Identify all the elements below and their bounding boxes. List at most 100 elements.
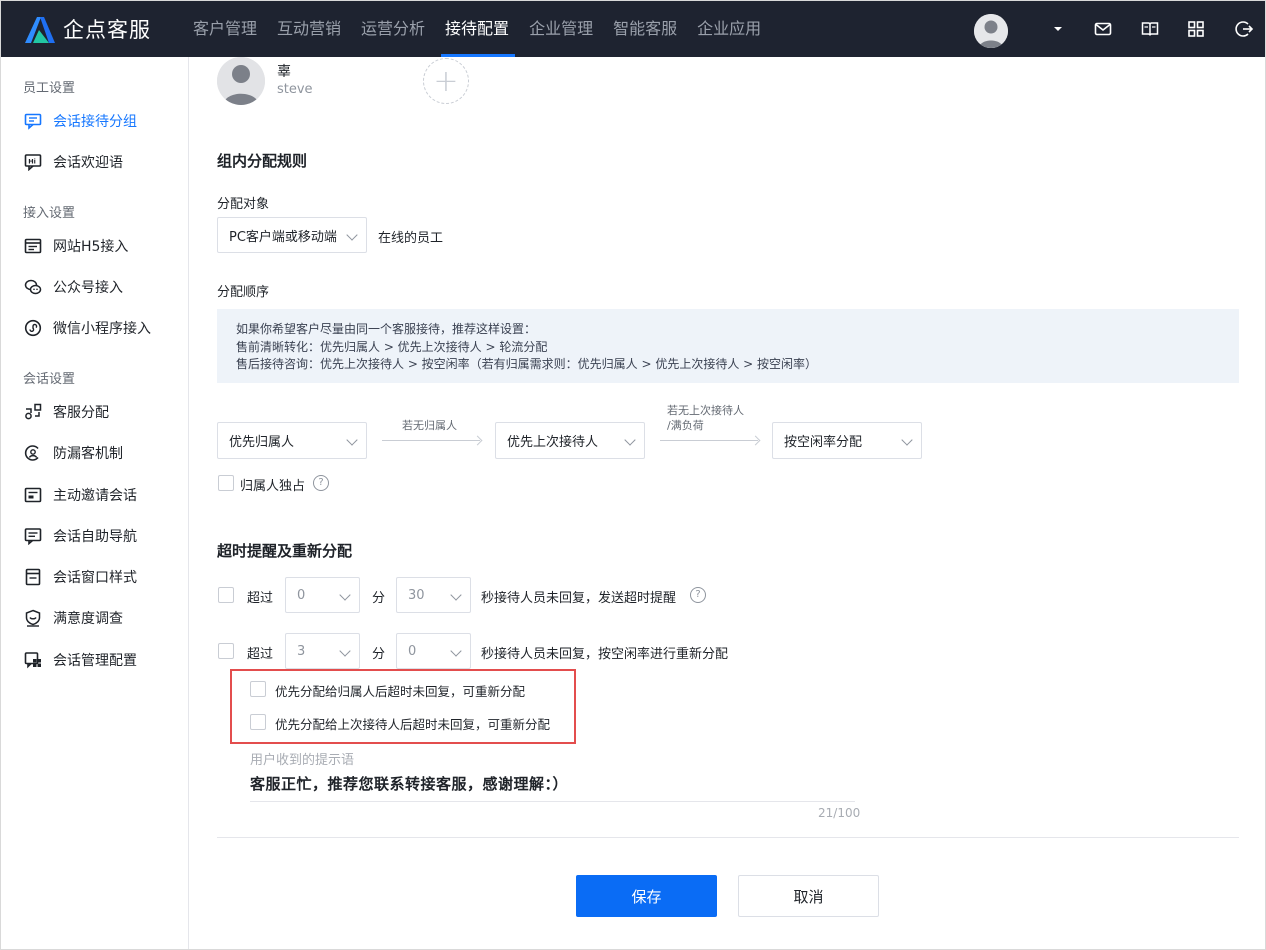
user-avatar[interactable] — [974, 14, 1008, 48]
tip-line: 售前清晰转化：优先归属人 > 优先上次接待人 > 轮流分配 — [236, 339, 548, 354]
sidebar-item-window-style[interactable]: 会话窗口样式 — [23, 565, 137, 589]
main-nav: 客户管理 互动营销 运营分析 接待配置 企业管理 智能客服 企业应用 — [183, 1, 771, 57]
app-name: 企点客服 — [63, 18, 151, 42]
chevron-down-icon — [339, 645, 351, 657]
sidebar-item-label: 会话自助导航 — [53, 529, 137, 545]
wechat-icon — [23, 277, 43, 297]
top-bar: 企点客服 客户管理 互动营销 运营分析 接待配置 企业管理 智能客服 企业应用 — [1, 1, 1265, 57]
flow-arrow1-label: 若无归属人 — [402, 419, 457, 432]
mini-program-icon — [23, 318, 43, 338]
nav-enterprise-apps[interactable]: 企业应用 — [687, 1, 771, 57]
chevron-down-icon — [450, 645, 462, 657]
flow-step3-select[interactable]: 按空闲率分配 — [772, 422, 922, 459]
exclusive-checkbox[interactable] — [218, 475, 234, 491]
timeout-row2-min-value: 3 — [297, 643, 306, 659]
sidebar-item-self-nav[interactable]: 会话自助导航 — [23, 524, 137, 548]
option-last-agent-checkbox[interactable] — [250, 714, 266, 730]
anti-leak-icon — [23, 443, 43, 463]
nav-interactive-marketing[interactable]: 互动营销 — [267, 1, 351, 57]
sidebar-item-mini-program[interactable]: 微信小程序接入 — [23, 316, 151, 340]
tip-line: 如果你希望客户尽量由同一个客服接待，推荐这样设置： — [236, 322, 537, 336]
timeout-row2-sec-select[interactable]: 0 — [396, 633, 471, 669]
nav-customer-management[interactable]: 客户管理 — [183, 1, 267, 57]
flow-arrow-right-icon — [382, 440, 480, 441]
target-select[interactable]: PC客户端或移动端 — [217, 217, 367, 253]
sidebar-group-session: 会话设置 — [23, 372, 76, 387]
member-avatar — [217, 57, 265, 105]
chat-group-icon — [23, 111, 43, 131]
target-select-value: PC客户端或移动端 — [229, 229, 337, 245]
nav-reception-config[interactable]: 接待配置 — [435, 1, 519, 57]
nav-smart-service[interactable]: 智能客服 — [603, 1, 687, 57]
member-name: 辜 — [277, 64, 291, 80]
flow-step2-select[interactable]: 优先上次接待人 — [495, 422, 645, 459]
apps-grid-icon[interactable] — [1185, 18, 1207, 40]
nav-enterprise-management[interactable]: 企业管理 — [519, 1, 603, 57]
user-avatar-icon — [974, 14, 1008, 48]
cancel-button[interactable]: 取消 — [738, 875, 879, 917]
sidebar-item-satisfaction[interactable]: 满意度调查 — [23, 606, 123, 630]
help-icon[interactable]: ? — [690, 587, 706, 603]
main-content: 辜 steve + 组内分配规则 分配对象 PC客户端或移动端 在线的员工 分配… — [189, 57, 1265, 949]
chevron-down-icon — [339, 589, 351, 601]
sidebar-item-label: 满意度调查 — [53, 611, 123, 627]
hi-message-icon: Hi — [23, 152, 43, 172]
option-owner-label: 优先分配给归属人后超时未回复，可重新分配 — [275, 684, 526, 699]
sidebar-item-official-account[interactable]: 公众号接入 — [23, 275, 123, 299]
chevron-down-icon — [346, 229, 358, 241]
timeout-row2-prefix: 超过 — [247, 647, 274, 662]
flow-step1-select[interactable]: 优先归属人 — [217, 422, 367, 459]
add-member-button[interactable]: + — [423, 58, 469, 104]
sidebar-item-label: 客服分配 — [53, 405, 109, 421]
sidebar-group-access: 接入设置 — [23, 206, 76, 221]
timeout-row1-checkbox[interactable] — [218, 587, 234, 603]
app-logo[interactable]: 企点客服 — [21, 13, 151, 45]
sidebar-item-chat-group[interactable]: 会话接待分组 — [23, 109, 137, 133]
mail-icon[interactable] — [1092, 18, 1114, 40]
hint-counter: 21/100 — [818, 806, 861, 820]
book-icon[interactable] — [1139, 18, 1161, 40]
section-title-timeout: 超时提醒及重新分配 — [217, 542, 353, 560]
sidebar-item-anti-leak[interactable]: 防漏客机制 — [23, 441, 123, 465]
target-label: 分配对象 — [217, 197, 270, 212]
hint-input[interactable]: 客服正忙，推荐您联系转接客服，感谢理解：） — [250, 773, 568, 794]
sidebar-item-label: 微信小程序接入 — [53, 321, 151, 337]
sidebar-item-dispatch[interactable]: 客服分配 — [23, 400, 109, 424]
logo-icon — [25, 17, 55, 43]
logout-icon[interactable] — [1233, 18, 1255, 40]
flow-step2-value: 优先上次接待人 — [507, 435, 599, 450]
dispatch-icon — [23, 402, 43, 422]
sidebar-item-session-config[interactable]: 会话管理配置 — [23, 648, 137, 672]
flow-step3-value: 按空闲率分配 — [784, 435, 863, 450]
nav-operation-analysis[interactable]: 运营分析 — [351, 1, 435, 57]
save-button[interactable]: 保存 — [576, 875, 717, 917]
timeout-row1-min-unit: 分 — [372, 591, 386, 606]
flow-step1-value: 优先归属人 — [229, 435, 295, 450]
timeout-row1-suffix: 秒接待人员未回复，发送超时提醒 — [481, 591, 677, 606]
option-owner-checkbox[interactable] — [250, 681, 266, 697]
divider — [217, 837, 1239, 838]
timeout-row2-min-select[interactable]: 3 — [285, 633, 360, 669]
sidebar-item-label: 会话窗口样式 — [53, 570, 137, 586]
help-icon[interactable]: ? — [313, 475, 329, 491]
caret-down-icon[interactable] — [1047, 18, 1069, 40]
timeout-row2-sec-value: 0 — [408, 643, 417, 659]
sidebar: 员工设置 会话接待分组 Hi 会话欢迎语 接入设置 网站H5接入 公众号接入 微… — [1, 57, 189, 949]
timeout-row1-prefix: 超过 — [247, 591, 274, 606]
page: 企点客服 客户管理 互动营销 运营分析 接待配置 企业管理 智能客服 企业应用 — [0, 0, 1266, 950]
sidebar-item-invite[interactable]: 主动邀请会话 — [23, 483, 137, 507]
sidebar-group-staff: 员工设置 — [23, 81, 76, 96]
timeout-row1-sec-select[interactable]: 30 — [396, 577, 471, 613]
web-window-icon — [23, 236, 43, 256]
sidebar-item-welcome[interactable]: Hi 会话欢迎语 — [23, 150, 123, 174]
sidebar-item-label: 会话管理配置 — [53, 653, 137, 669]
target-suffix: 在线的员工 — [378, 231, 444, 246]
invite-icon — [23, 485, 43, 505]
order-label: 分配顺序 — [217, 285, 270, 300]
timeout-row2-checkbox[interactable] — [218, 643, 234, 659]
sidebar-item-web-h5[interactable]: 网站H5接入 — [23, 234, 128, 258]
option-last-agent-label: 优先分配给上次接待人后超时未回复，可重新分配 — [275, 717, 551, 732]
timeout-row1-min-select[interactable]: 0 — [285, 577, 360, 613]
flow-arrow-right-icon — [660, 440, 758, 441]
tip-box: 如果你希望客户尽量由同一个客服接待，推荐这样设置： 售前清晰转化：优先归属人 >… — [217, 309, 1239, 383]
